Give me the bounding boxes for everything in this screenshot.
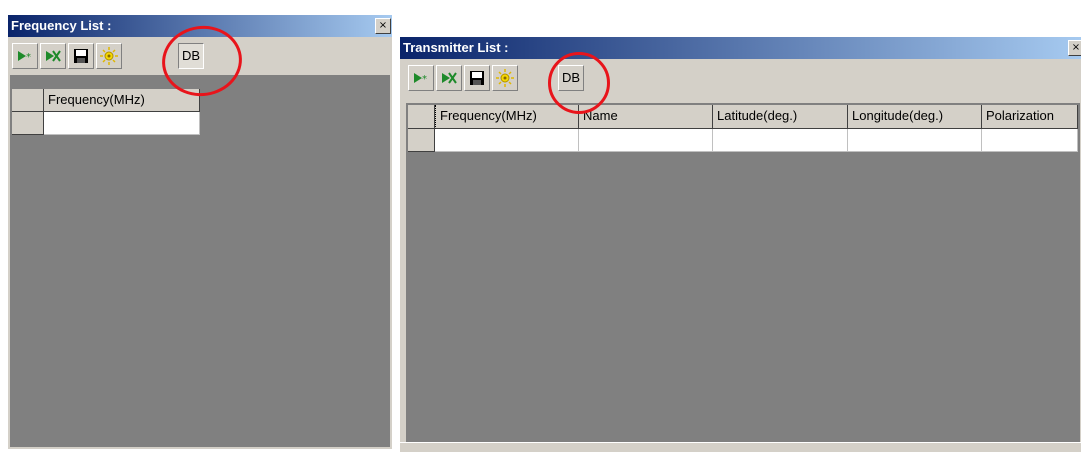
transmitter-list-titlebar[interactable]: Transmitter List :: [400, 37, 1081, 59]
save-icon: [74, 49, 88, 63]
refresh-button[interactable]: [492, 65, 518, 91]
save-button[interactable]: [68, 43, 94, 69]
delete-row-button[interactable]: [40, 43, 66, 69]
highlight-circle: [548, 52, 610, 114]
svg-text:*: *: [26, 52, 31, 63]
sun-icon: [100, 47, 118, 65]
add-row-button[interactable]: *: [12, 43, 38, 69]
transmitter-grid: Frequency(MHz) Name Latitude(deg.) Longi…: [406, 103, 1080, 443]
add-row-button[interactable]: *: [408, 65, 434, 91]
table-cell[interactable]: [435, 129, 579, 152]
refresh-button[interactable]: [96, 43, 122, 69]
delete-row-icon: [46, 50, 61, 62]
frequency-list-title: Frequency List :: [11, 18, 112, 33]
save-button[interactable]: [464, 65, 490, 91]
frequency-grid: Frequency(MHz): [10, 75, 390, 447]
column-header[interactable]: Name: [579, 105, 713, 129]
frequency-list-close-button[interactable]: ×: [375, 18, 391, 34]
bottom-border: [400, 442, 1081, 452]
table-cell[interactable]: [713, 129, 848, 152]
column-header[interactable]: Frequency(MHz): [44, 89, 200, 112]
column-header[interactable]: Polarization: [982, 105, 1078, 129]
column-header[interactable]: Frequency(MHz): [435, 105, 579, 129]
row-header[interactable]: [12, 112, 44, 135]
svg-text:*: *: [422, 74, 427, 85]
column-header[interactable]: Longitude(deg.): [848, 105, 982, 129]
column-header[interactable]: Latitude(deg.): [713, 105, 848, 129]
sun-icon: [496, 69, 514, 87]
save-icon: [470, 71, 484, 85]
table-cell[interactable]: [44, 112, 200, 135]
table-cell[interactable]: [579, 129, 713, 152]
transmitter-list-title: Transmitter List :: [403, 40, 509, 55]
corner-cell: [12, 89, 44, 112]
table-cell[interactable]: [848, 129, 982, 152]
add-row-icon: *: [414, 73, 427, 85]
delete-row-button[interactable]: [436, 65, 462, 91]
add-row-icon: *: [18, 51, 31, 63]
transmitter-list-toolbar: * DB: [400, 61, 1081, 95]
corner-cell: [408, 105, 435, 129]
delete-row-icon: [442, 72, 457, 84]
table-cell[interactable]: [982, 129, 1078, 152]
transmitter-list-panel: Transmitter List : × * DB Frequency(MHz)…: [400, 37, 1081, 452]
transmitter-list-close-button[interactable]: ×: [1068, 40, 1081, 56]
row-header[interactable]: [408, 129, 435, 152]
